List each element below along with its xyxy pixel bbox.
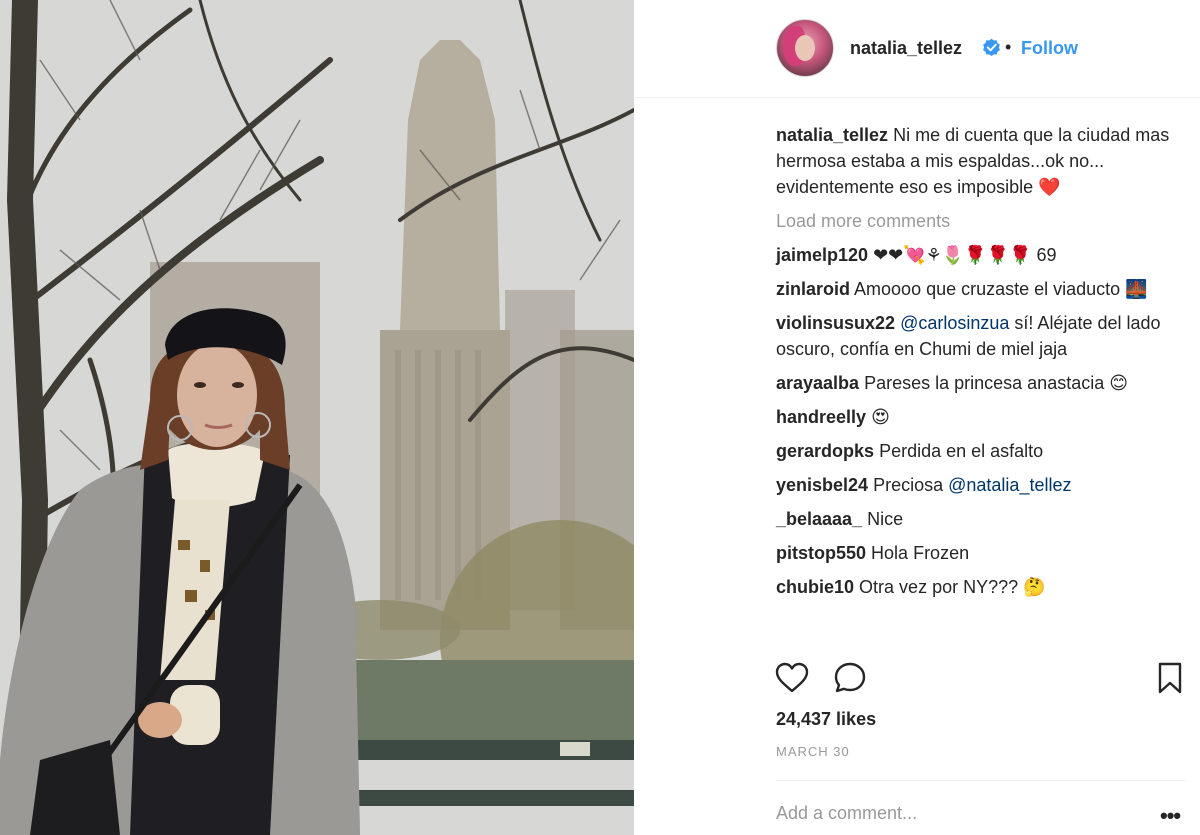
add-comment-bar: •••	[776, 780, 1186, 835]
comment-text: Amoooo que cruzaste el viaducto 🌉	[854, 279, 1148, 299]
comment-text: 😍	[871, 407, 890, 427]
bookmark-icon[interactable]	[1152, 660, 1188, 696]
post-photo-image	[0, 0, 634, 835]
comment-username[interactable]: violinsusux22	[776, 313, 895, 333]
comment-username[interactable]: gerardopks	[776, 441, 874, 461]
comment-item: jaimelp120 ❤❤💘⚘🌷🌹🌹🌹 69	[776, 242, 1186, 268]
comment-item: _belaaaa_ Nice	[776, 506, 1186, 532]
caption-username[interactable]: natalia_tellez	[776, 125, 888, 145]
comment-text: Hola Frozen	[871, 543, 970, 563]
comment-username[interactable]: zinlaroid	[776, 279, 850, 299]
comment-item: arayaalba Pareses la princesa anastacia …	[776, 370, 1186, 396]
comment-username[interactable]: _belaaaa_	[776, 509, 862, 529]
comment-text: Perdida en el asfalto	[879, 441, 1044, 461]
comment-item: violinsusux22 @carlosinzua sí! Aléjate d…	[776, 310, 1186, 362]
header-separator: •	[1005, 37, 1012, 57]
comment-username[interactable]: yenisbel24	[776, 475, 868, 495]
post-photo[interactable]	[0, 0, 634, 835]
comment-username[interactable]: handreelly	[776, 407, 866, 427]
comment-icon[interactable]	[832, 660, 868, 696]
comment-item: handreelly 😍	[776, 404, 1186, 430]
comment-mention[interactable]: @natalia_tellez	[948, 475, 1071, 495]
comment-item: gerardopks Perdida en el asfalto	[776, 438, 1186, 464]
verified-badge-icon	[983, 38, 1000, 57]
likes-count[interactable]: 24,437 likes	[776, 709, 876, 730]
comments-list: natalia_tellez Ni me di cuenta que la ci…	[776, 122, 1186, 600]
comment-item: pitstop550 Hola Frozen	[776, 540, 1186, 566]
post-details-panel: natalia_tellez • Follow natalia_tellez N…	[634, 0, 1200, 835]
heart-icon[interactable]	[774, 660, 810, 696]
comment-text: Pareses la princesa anastacia 😊	[864, 373, 1128, 393]
comment-username[interactable]: arayaalba	[776, 373, 859, 393]
comment-item: chubie10 Otra vez por NY??? 🤔	[776, 574, 1186, 600]
comment-text: Nice	[867, 509, 904, 529]
comment-username[interactable]: pitstop550	[776, 543, 866, 563]
post-header: natalia_tellez • Follow	[634, 0, 1200, 98]
post-date: MARCH 30	[776, 744, 850, 759]
follow-button[interactable]: Follow	[1021, 38, 1078, 59]
add-comment-input[interactable]	[776, 800, 1136, 826]
post-author-username[interactable]: natalia_tellez	[850, 38, 962, 59]
comment-username[interactable]: chubie10	[776, 577, 854, 597]
comment-username[interactable]: jaimelp120	[776, 245, 868, 265]
more-options-button[interactable]: •••	[1160, 803, 1181, 829]
load-more-comments-button[interactable]: Load more comments	[776, 208, 1186, 234]
avatar[interactable]	[776, 19, 834, 77]
comment-item: zinlaroid Amoooo que cruzaste el viaduct…	[776, 276, 1186, 302]
comment-text: Otra vez por NY??? 🤔	[859, 577, 1046, 597]
post-caption: natalia_tellez Ni me di cuenta que la ci…	[776, 122, 1186, 200]
comment-item: yenisbel24 Preciosa @natalia_tellez	[776, 472, 1186, 498]
comment-text: Preciosa	[873, 475, 944, 495]
comment-mention[interactable]: @carlosinzua	[900, 313, 1009, 333]
avatar-face	[795, 35, 815, 61]
comment-text: ❤❤💘⚘🌷🌹🌹🌹 69	[873, 245, 1057, 265]
